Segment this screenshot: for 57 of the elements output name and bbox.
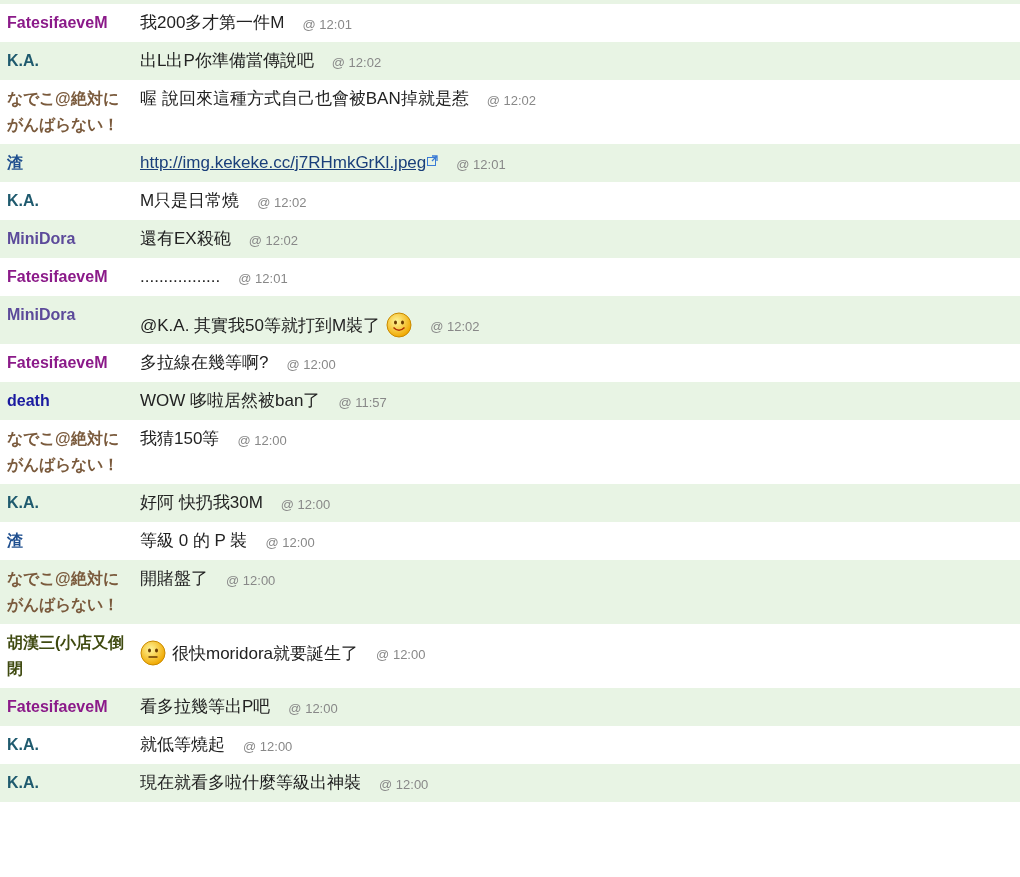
user-name[interactable]: K.A. <box>7 732 133 758</box>
timestamp: @ 12:00 <box>237 431 287 450</box>
user-name[interactable]: 渣 <box>7 150 133 176</box>
timestamp: @ 12:00 <box>286 355 336 374</box>
timestamp: @ 12:02 <box>331 53 382 72</box>
timestamp: @ 12:00 <box>379 775 429 794</box>
message-text: M只是日常燒 <box>140 190 240 212</box>
timestamp: @ 12:00 <box>243 737 293 756</box>
user-name[interactable]: K.A. <box>7 188 133 214</box>
message-text: 看多拉幾等出P吧 <box>140 696 271 718</box>
user-name[interactable]: FatesifaeveM <box>7 264 133 290</box>
user-name[interactable]: MiniDora <box>7 302 133 328</box>
timestamp: @ 12:01 <box>302 15 352 34</box>
timestamp: @ 12:00 <box>265 533 315 552</box>
timestamp: @ 12:00 <box>280 495 331 514</box>
user-name[interactable]: なでこ@絶対にがんばらない！ <box>7 86 133 138</box>
message-text: 就低等燒起 <box>140 734 225 756</box>
user-name[interactable]: なでこ@絶対にがんばらない！ <box>7 566 133 618</box>
message-text: 我猜150等 <box>140 428 220 450</box>
image-link[interactable]: http://img.kekeke.cc/j7RHmkGrKl.jpeg <box>140 150 427 176</box>
user-name[interactable]: FatesifaeveM <box>7 10 133 36</box>
emoticon-icon <box>140 640 166 666</box>
user-name[interactable]: death <box>7 388 133 414</box>
user-name[interactable]: K.A. <box>7 770 133 796</box>
user-name[interactable]: なでこ@絶対にがんばらない！ <box>7 426 133 478</box>
emoticon-icon <box>386 312 413 338</box>
timestamp: @ 12:00 <box>226 571 276 590</box>
timestamp: @ 12:00 <box>376 646 426 664</box>
user-name[interactable]: FatesifaeveM <box>7 350 133 376</box>
message-text: 好阿 快扔我30M <box>140 492 263 514</box>
message-text: 開賭盤了 <box>140 568 208 590</box>
message-text: 還有EX殺砲 <box>140 228 231 250</box>
user-name[interactable]: MiniDora <box>7 226 133 252</box>
message-text: ................. <box>140 266 221 288</box>
timestamp: @ 11:57 <box>338 393 387 412</box>
timestamp: @ 12:01 <box>238 269 288 288</box>
user-name[interactable]: 胡漢三(小店又倒閉 <box>7 630 133 682</box>
user-name[interactable]: K.A. <box>7 48 133 74</box>
message-text: 出L出P你準備當傳說吧 <box>140 50 314 72</box>
timestamp: @ 12:02 <box>257 193 307 212</box>
message-text: 現在就看多啦什麼等級出神裝 <box>140 772 361 794</box>
message-text: 多拉線在幾等啊? <box>140 352 269 374</box>
timestamp: @ 12:00 <box>288 699 338 718</box>
message-text: 很快moridora就要誕生了 <box>172 642 359 665</box>
user-name[interactable]: K.A. <box>7 490 133 516</box>
message-text: WOW 哆啦居然被ban了 <box>140 390 321 412</box>
user-name[interactable]: 渣 <box>7 528 133 554</box>
timestamp: @ 12:02 <box>248 231 299 250</box>
timestamp: @ 12:02 <box>486 91 537 110</box>
timestamp: @ 12:01 <box>456 155 506 174</box>
timestamp: @ 12:02 <box>430 318 480 336</box>
message-text: 等級 0 的 P 裝 <box>140 530 248 552</box>
user-name[interactable]: FatesifaeveM <box>7 694 133 720</box>
external-link-icon <box>427 155 439 167</box>
message-text: 我200多才第一件M <box>140 12 285 34</box>
message-text: 喔 說回來這種方式自己也會被BAN掉就是惹 <box>140 88 469 110</box>
message-text: @K.A. 其實我50等就打到M裝了 <box>140 314 381 337</box>
